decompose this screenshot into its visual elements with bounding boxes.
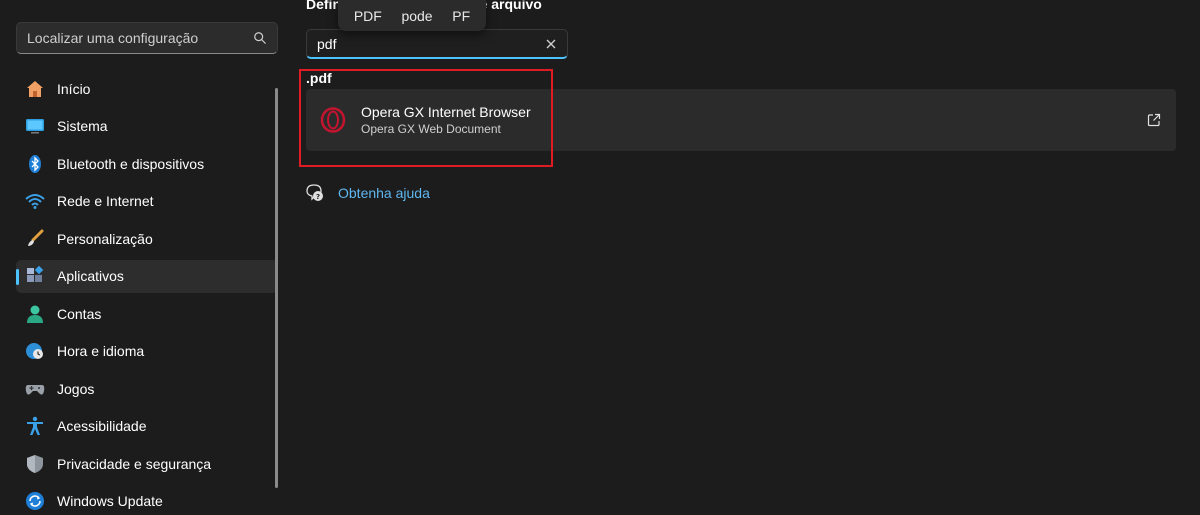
sidebar-item-privacidade[interactable]: Privacidade e segurança [16,447,278,480]
sidebar-item-label: Bluetooth e dispositivos [57,155,205,172]
sidebar-item-inicio[interactable]: Início [16,72,278,105]
sidebar-item-label: Privacidade e segurança [57,455,212,472]
sidebar: Início Sistema [0,0,290,515]
sidebar-item-aplicativos[interactable]: Aplicativos [16,259,278,293]
sidebar-item-hora-idioma[interactable]: Hora e idioma [16,335,278,368]
sidebar-nav: Início Sistema Bluetooth e dispositivos … [16,72,278,515]
sidebar-item-contas[interactable]: Contas [16,297,278,330]
apps-icon [24,265,46,287]
app-description: Opera GX Web Document [361,122,501,136]
sidebar-item-label: Sistema [57,118,108,134]
settings-window: Início Sistema [0,0,1200,515]
sidebar-item-jogos[interactable]: Jogos [16,372,278,405]
sidebar-item-bluetooth[interactable]: Bluetooth e dispositivos [16,147,278,180]
sidebar-item-label: Hora e idioma [57,343,145,359]
sidebar-item-rede[interactable]: Rede e Internet [16,185,278,218]
sidebar-item-acessibilidade[interactable]: Acessibilidade [16,410,278,443]
sidebar-item-label: Acessibilidade [57,418,147,434]
monitor-icon [24,115,46,137]
gamepad-icon [24,378,46,400]
settings-search-box[interactable] [16,22,278,54]
globe-clock-icon [24,340,46,362]
suggestion-item[interactable]: pode [401,8,432,24]
accessibility-icon [24,415,46,437]
person-icon [24,303,46,325]
close-icon[interactable] [545,38,557,50]
file-type-search-box[interactable] [306,29,568,59]
help-row: ? Obtenha ajuda [306,184,430,202]
wifi-icon [24,190,46,212]
shield-icon [24,453,46,475]
default-app-card[interactable]: Opera GX Internet Browser Opera GX Web D… [306,89,1176,151]
home-icon [24,78,46,100]
sidebar-item-label: Windows Update [57,493,163,509]
file-type-search-input[interactable] [317,35,545,52]
suggestion-item[interactable]: PF [452,8,470,24]
app-name: Opera GX Internet Browser [361,104,531,120]
update-icon [24,490,46,512]
sidebar-item-sistema[interactable]: Sistema [16,110,278,143]
open-external-icon[interactable] [1147,113,1161,127]
settings-search-input[interactable] [27,30,253,46]
bluetooth-icon [24,153,46,175]
sidebar-item-personalizacao[interactable]: Personalização [16,222,278,255]
sidebar-item-label: Início [57,80,91,97]
heading-start: Defin [306,0,341,12]
svg-text:?: ? [316,193,320,201]
get-help-link[interactable]: Obtenha ajuda [338,185,430,201]
sidebar-item-label: Contas [57,305,102,322]
sidebar-item-windows-update[interactable]: Windows Update [16,485,278,515]
sidebar-item-label: Personalização [57,230,153,247]
search-icon[interactable] [253,31,267,45]
opera-gx-icon [320,107,346,133]
help-chat-icon: ? [306,184,323,201]
sidebar-scrollbar[interactable] [275,88,278,488]
brush-icon [24,228,46,250]
sidebar-item-label: Aplicativos [57,268,124,284]
sidebar-item-label: Rede e Internet [57,193,154,209]
extension-label: .pdf [306,70,332,86]
text-suggestion-popup: PDF pode PF [338,0,486,31]
sidebar-item-label: Jogos [57,380,95,397]
suggestion-item[interactable]: PDF [354,8,382,24]
